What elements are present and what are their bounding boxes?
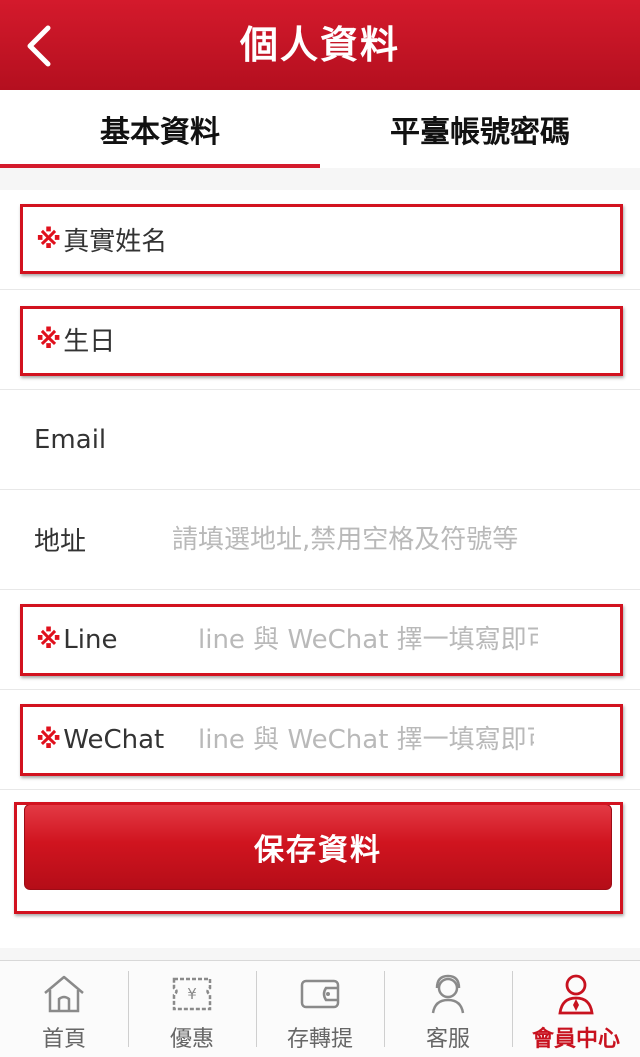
chevron-left-icon [27,25,51,67]
wechat-row: ※ WeChat [0,690,640,790]
birthday-label: 生日 [63,327,116,357]
coupon-icon: ¥ [172,977,212,1011]
address-row: 地址 [0,490,640,590]
top-bar: 個人資料 [0,0,640,90]
wallet-icon [300,979,340,1009]
nav-item-support[interactable]: 客服 [384,961,512,1057]
tab-platform-account[interactable]: 平臺帳號密碼 [320,90,640,168]
member-icon [558,974,594,1015]
home-icon [44,975,84,1013]
tab-basic-info[interactable]: 基本資料 [0,90,320,168]
line-input[interactable] [198,620,538,660]
nav-item-wallet[interactable]: 存轉提 [256,961,384,1057]
nav-label-support: 客服 [425,1027,470,1052]
back-button[interactable] [14,18,64,74]
bottom-nav: 首頁 ¥ 優惠 存轉提 客服 會員中心 [0,960,640,1057]
svg-text:¥: ¥ [187,985,197,1003]
line-row: ※ Line [0,590,640,690]
required-mark: ※ [36,724,62,755]
required-mark: ※ [36,324,62,355]
email-label: Email [34,424,107,455]
address-input[interactable] [172,520,537,560]
wechat-input[interactable] [198,720,534,760]
address-label: 地址 [34,527,87,557]
nav-item-promotions[interactable]: ¥ 優惠 [128,961,256,1057]
nav-label-wallet: 存轉提 [286,1027,353,1052]
save-button[interactable]: 保存資料 [24,804,612,890]
support-agent-icon [431,974,465,1014]
required-mark: ※ [36,224,62,255]
profile-form: ※ 真實姓名 ※ 生日 Email 地址 ※ Line ※ WeChat 保存資… [0,190,640,948]
tab-bar: 基本資料 平臺帳號密碼 [0,90,640,168]
line-label: Line [63,624,118,655]
email-row[interactable]: Email [0,390,640,490]
partial-row [0,908,640,948]
birthday-row[interactable]: ※ 生日 [0,290,640,390]
nav-label-member-center: 會員中心 [531,1027,620,1052]
nav-item-member-center[interactable]: 會員中心 [512,961,640,1057]
nav-label-promotions: 優惠 [169,1027,214,1052]
required-mark: ※ [36,624,62,655]
nav-label-home: 首頁 [41,1027,86,1052]
save-area: 保存資料 [0,790,640,908]
real-name-label: 真實姓名 [63,227,168,257]
wechat-label: WeChat [63,724,165,755]
page-title: 個人資料 [239,23,400,67]
nav-item-home[interactable]: 首頁 [0,961,128,1057]
real-name-row[interactable]: ※ 真實姓名 [0,190,640,290]
